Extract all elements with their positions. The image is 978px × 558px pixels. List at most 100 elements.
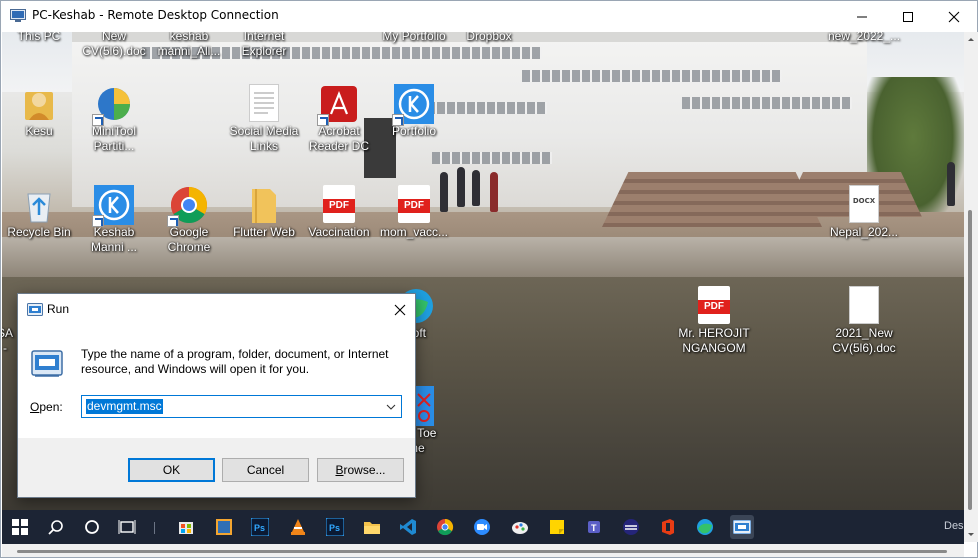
taskbar-app[interactable] xyxy=(619,515,643,539)
run-icon xyxy=(31,350,63,377)
remote-desktop-icon xyxy=(10,9,26,22)
desktop-icon-google-chrome[interactable]: Google Chrome xyxy=(151,185,227,255)
desktop-icon-label: Portfolio xyxy=(391,124,437,138)
open-label: Open: xyxy=(30,400,63,414)
desktop-icon-label: Keshab Manni ... xyxy=(90,225,138,254)
shortcut-arrow-icon xyxy=(392,114,404,126)
task-view-button[interactable] xyxy=(115,515,139,539)
desktop-icon-this-pc[interactable]: This PC xyxy=(2,32,77,44)
zoom-icon xyxy=(474,519,490,535)
microsoft-store-icon xyxy=(179,522,193,534)
desktop-icon-my-portfolio[interactable]: My Portfolio xyxy=(376,32,452,44)
shortcut-arrow-icon xyxy=(167,215,179,227)
taskbar-vlc[interactable] xyxy=(286,515,310,539)
vertical-scrollbar[interactable] xyxy=(964,32,978,542)
svg-text:T: T xyxy=(591,523,597,533)
run-icon xyxy=(733,520,751,534)
open-combobox[interactable]: devmgmt.msc xyxy=(81,395,402,418)
desktop-icon-nepal-202[interactable]: DOCX Nepal_202... xyxy=(826,185,902,240)
desktop-icon-new-2022[interactable]: new_2022_... xyxy=(826,32,902,44)
desktop-icon-flutter-web[interactable]: Flutter Web xyxy=(226,185,302,240)
scroll-up-icon xyxy=(968,38,974,41)
desktop-icon-vaccination[interactable]: PDF Vaccination xyxy=(301,185,377,240)
wallpaper-windows xyxy=(682,97,852,109)
taskbar-microsoft-store[interactable] xyxy=(174,515,198,539)
file-explorer-icon xyxy=(364,522,380,534)
desktop-icon-social-media-links[interactable]: Social Media Links xyxy=(226,84,302,154)
cancel-button[interactable]: Cancel xyxy=(222,458,309,482)
desktop-icon-new-cv[interactable]: New CV(5l6).doc xyxy=(76,32,152,59)
ok-button[interactable]: OK xyxy=(128,458,215,482)
taskbar-vscode[interactable] xyxy=(396,515,420,539)
desktop-icon-2021-new-cv[interactable]: 2021_New CV(5l6).doc xyxy=(826,286,902,356)
desktop-icon-keshab-manni[interactable]: Keshab Manni ... xyxy=(76,185,152,255)
desktop-icon-label: Dropbox xyxy=(466,32,512,43)
wallpaper-windows xyxy=(432,152,552,164)
desktop-icon-label: Nepal_202... xyxy=(829,225,899,239)
cortana-icon xyxy=(85,520,99,534)
edge-icon xyxy=(697,519,713,535)
taskbar-sticky-notes[interactable] xyxy=(545,515,569,539)
desktop-icon-kesu[interactable]: Kesu xyxy=(2,84,77,139)
combobox-dropdown-button[interactable] xyxy=(384,400,398,414)
taskbar-teams[interactable]: T xyxy=(582,515,606,539)
horizontal-scrollbar-thumb[interactable] xyxy=(17,550,947,553)
office-icon xyxy=(662,519,674,535)
desktop-icon-label: 2021_New CV(5l6).doc xyxy=(832,326,896,355)
vertical-scrollbar-thumb[interactable] xyxy=(968,210,972,510)
desktop-icon-label: new_2022_... xyxy=(827,32,901,43)
scroll-down-icon xyxy=(968,533,974,536)
desktop-icon-label: New CV(5l6).doc xyxy=(82,32,146,58)
desktop-icon-acrobat-reader[interactable]: Acrobat Reader DC xyxy=(301,84,377,154)
taskbar-virtualbox[interactable] xyxy=(212,515,236,539)
cortana-button[interactable] xyxy=(80,515,104,539)
remote-desktop[interactable]: This PC New CV(5l6).doc keshab manni_All… xyxy=(2,32,964,510)
desktop-icon-minitool[interactable]: MiniTool Partiti... xyxy=(76,84,152,154)
task-view-icon xyxy=(118,520,136,534)
sticky-notes-icon xyxy=(550,520,564,534)
search-icon xyxy=(48,520,63,535)
run-dialog-title: Run xyxy=(47,302,70,316)
vlc-icon xyxy=(291,519,305,535)
desktop-icon-mr-herojit[interactable]: PDF Mr. HEROJIT NGANGOM xyxy=(676,286,752,356)
run-dialog-title-bar[interactable]: Run xyxy=(18,294,415,325)
desktop-icon-internet-explorer[interactable]: Internet Explorer xyxy=(226,32,302,59)
close-button[interactable] xyxy=(931,1,977,32)
run-icon xyxy=(27,303,43,316)
taskbar-chrome[interactable] xyxy=(433,515,457,539)
browse-accelerator: B xyxy=(335,463,344,477)
taskbar-edge[interactable] xyxy=(693,515,717,539)
taskbar-office[interactable] xyxy=(656,515,680,539)
desktop-icon-label: Acrobat Reader DC xyxy=(308,124,370,153)
desktop-icon-mom-vacc[interactable]: PDF mom_vacc... xyxy=(376,185,452,240)
folder-icon xyxy=(252,189,276,223)
minimize-button[interactable] xyxy=(839,1,885,32)
taskbar-photoshop-2[interactable]: Ps xyxy=(323,515,347,539)
horizontal-scrollbar[interactable] xyxy=(2,544,964,557)
desktop-icon-portfolio[interactable]: Portfolio xyxy=(376,84,452,139)
browse-button[interactable]: Browse... xyxy=(317,458,404,482)
windows-start-icon xyxy=(12,519,28,535)
taskbar-photoshop[interactable]: Ps xyxy=(248,515,272,539)
desktop-icon-keshab-manni-all[interactable]: keshab manni_All... xyxy=(151,32,227,59)
run-dialog-close-button[interactable] xyxy=(384,294,415,325)
start-button[interactable] xyxy=(8,515,32,539)
title-bar[interactable]: PC-Keshab - Remote Desktop Connection xyxy=(1,1,977,32)
chrome-icon xyxy=(437,518,454,536)
wallpaper-windows xyxy=(522,70,782,82)
remote-desktop-window: PC-Keshab - Remote Desktop Connection Th… xyxy=(0,0,978,558)
desktop-toolbar-label[interactable]: Des xyxy=(944,520,964,532)
taskbar-zoom[interactable] xyxy=(470,515,494,539)
user-folder-icon xyxy=(25,92,53,120)
maximize-button[interactable] xyxy=(885,1,931,32)
wallpaper-person xyxy=(490,172,498,212)
desktop-icon-dropbox[interactable]: Dropbox xyxy=(451,32,527,44)
wallpaper-person xyxy=(472,170,480,206)
taskbar-paint[interactable] xyxy=(508,515,532,539)
wallpaper-person xyxy=(947,162,955,206)
desktop-icon-recycle-bin[interactable]: Recycle Bin xyxy=(2,185,77,240)
taskbar-run[interactable] xyxy=(730,515,754,539)
open-input[interactable]: devmgmt.msc xyxy=(86,399,163,414)
taskbar-file-explorer[interactable] xyxy=(360,515,384,539)
search-button[interactable] xyxy=(44,515,68,539)
